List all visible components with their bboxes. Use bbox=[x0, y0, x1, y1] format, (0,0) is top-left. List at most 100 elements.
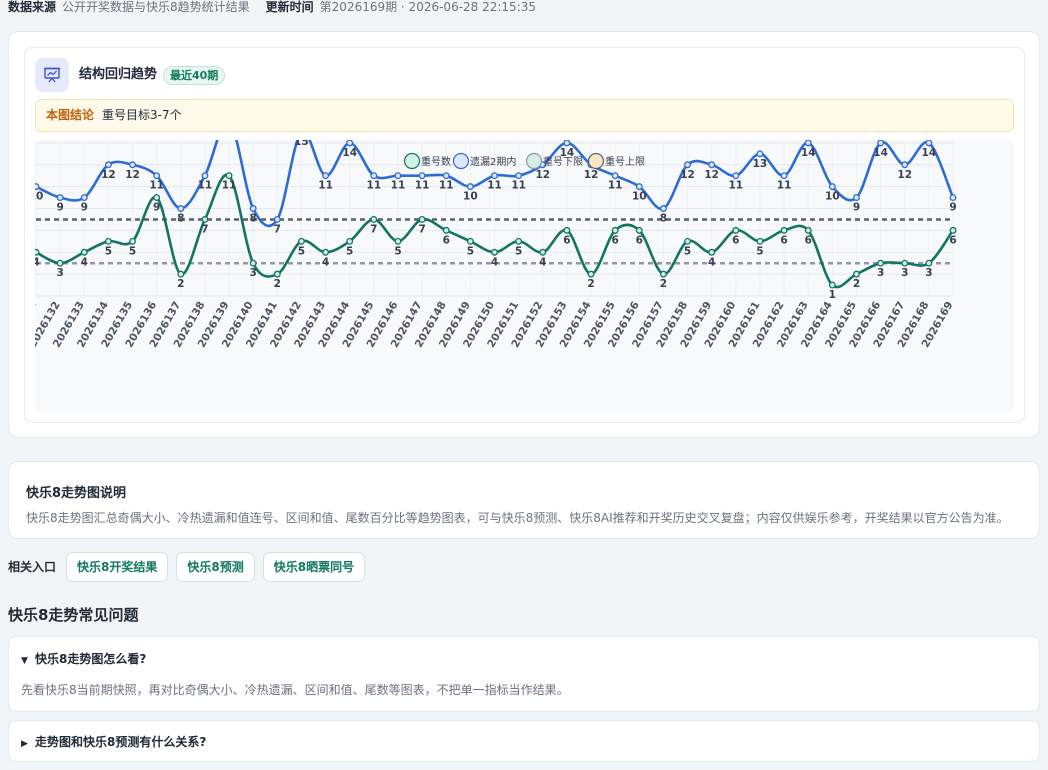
series-point bbox=[877, 140, 885, 147]
data-label: 4 bbox=[708, 256, 715, 268]
data-label: 8 bbox=[660, 213, 667, 225]
data-label: 11 bbox=[511, 180, 526, 192]
data-label: 2 bbox=[853, 278, 860, 290]
series-point bbox=[563, 226, 571, 234]
series-point bbox=[491, 248, 498, 256]
series-point bbox=[153, 172, 161, 180]
description-text: 快乐8走势图汇总奇偶大小、冷热遗漏和值连号、区间和值、尾数百分比等趋势图表，可与… bbox=[26, 511, 1009, 525]
data-label: 12 bbox=[680, 169, 695, 181]
data-label: 12 bbox=[101, 169, 116, 181]
data-label: 4 bbox=[35, 256, 40, 268]
link-shared-tickets[interactable]: 快乐8晒票同号 bbox=[262, 551, 366, 582]
data-label: 4 bbox=[81, 256, 88, 268]
series-point bbox=[732, 172, 740, 180]
data-label: 11 bbox=[487, 180, 502, 192]
faq-question-text: 快乐8走势图怎么看? bbox=[35, 652, 147, 666]
data-label: 15 bbox=[294, 140, 309, 148]
data-label: 6 bbox=[636, 234, 643, 246]
series-point bbox=[346, 140, 354, 147]
series-point bbox=[949, 226, 957, 234]
legend-label: 重号数 bbox=[421, 155, 451, 168]
series-point bbox=[853, 194, 860, 202]
triangle-right-icon: ▶ bbox=[21, 739, 28, 749]
link-prediction[interactable]: 快乐8预测 bbox=[176, 551, 255, 582]
data-label: 7 bbox=[418, 223, 425, 235]
data-label: 6 bbox=[732, 234, 739, 246]
data-label: 14 bbox=[342, 147, 357, 159]
series-point bbox=[273, 215, 281, 223]
data-label: 11 bbox=[439, 180, 454, 192]
data-label: 3 bbox=[877, 267, 884, 279]
series-point bbox=[418, 215, 426, 223]
faq-question-1[interactable]: ▼ 快乐8走势图怎么看? bbox=[21, 650, 146, 667]
data-label: 6 bbox=[443, 234, 450, 246]
related-links: 相关入口 快乐8开奖结果 快乐8预测 快乐8晒票同号 bbox=[8, 551, 373, 582]
series-point bbox=[804, 226, 812, 234]
chart-area: 0246810121416202613120261322026133202613… bbox=[35, 140, 1014, 412]
data-label: 8 bbox=[250, 213, 257, 225]
series-point bbox=[635, 183, 643, 191]
series-point bbox=[925, 259, 933, 267]
data-label: 11 bbox=[367, 180, 382, 192]
series-point bbox=[418, 172, 426, 180]
series-point bbox=[708, 161, 716, 169]
series-point bbox=[225, 172, 233, 180]
series-point bbox=[442, 226, 450, 234]
data-label: 11 bbox=[149, 180, 164, 192]
data-label: 5 bbox=[105, 245, 112, 257]
series-point bbox=[394, 172, 402, 180]
series-point bbox=[129, 161, 136, 169]
data-label: 6 bbox=[805, 234, 812, 246]
presentation-chart-icon bbox=[35, 58, 69, 92]
data-label: 9 bbox=[853, 202, 860, 214]
series-point bbox=[80, 194, 88, 202]
data-label: 2 bbox=[587, 278, 594, 290]
data-label: 11 bbox=[608, 180, 623, 192]
data-label: 4 bbox=[491, 256, 498, 268]
series-point bbox=[249, 205, 257, 212]
series-point bbox=[901, 161, 909, 169]
data-label: 3 bbox=[250, 267, 257, 279]
conclusion-text: 重号目标3-7个 bbox=[102, 108, 182, 122]
series-point bbox=[322, 248, 330, 256]
faq-answer-1: 先看快乐8当前期快照，再对比奇偶大小、冷热遗漏、区间和值、尾数等图表，不把单一指… bbox=[21, 683, 569, 697]
data-label: 11 bbox=[391, 180, 406, 192]
legend-swatch bbox=[525, 152, 543, 170]
faq-question-2[interactable]: ▶ 走势图和快乐8预测有什么关系? bbox=[21, 733, 206, 750]
data-label: 9 bbox=[153, 202, 160, 214]
data-label: 6 bbox=[780, 234, 787, 246]
series-point bbox=[684, 237, 692, 245]
update-label: 更新时间 bbox=[265, 0, 314, 14]
data-label: 6 bbox=[949, 234, 956, 246]
series-point bbox=[780, 172, 788, 180]
series-point bbox=[756, 237, 764, 245]
data-label: 14 bbox=[873, 147, 888, 159]
data-label: 4 bbox=[322, 256, 329, 268]
series-point bbox=[853, 270, 860, 278]
series-point bbox=[684, 161, 692, 169]
legend-label: 重号下限 bbox=[543, 155, 583, 168]
data-label: 7 bbox=[201, 223, 208, 235]
data-label: 11 bbox=[777, 180, 792, 192]
legend-swatch bbox=[452, 152, 470, 170]
data-label: 10 bbox=[35, 191, 43, 203]
series-point bbox=[756, 150, 764, 158]
series-point bbox=[442, 172, 450, 180]
data-label: 8 bbox=[177, 213, 184, 225]
chart-description-card: 快乐8走势图说明 快乐8走势图汇总奇偶大小、冷热遗漏和值连号、区间和值、尾数百分… bbox=[8, 461, 1040, 539]
series-point bbox=[346, 237, 354, 245]
series-point bbox=[611, 172, 619, 180]
meta-bar: 数据来源 公开开奖数据与快乐8趋势统计结果 更新时间 第2026169期 · 2026… bbox=[8, 0, 536, 14]
series-point bbox=[828, 183, 836, 191]
data-label: 13 bbox=[753, 158, 768, 170]
data-label: 10 bbox=[825, 191, 840, 203]
series-point bbox=[153, 194, 161, 202]
data-label: 3 bbox=[901, 267, 908, 279]
data-label: 12 bbox=[584, 169, 599, 181]
series-point bbox=[104, 161, 112, 169]
trend-line-chart: 0246810121416202613120261322026133202613… bbox=[35, 140, 957, 350]
triangle-down-icon: ▼ bbox=[21, 656, 28, 666]
link-draw-results[interactable]: 快乐8开奖结果 bbox=[66, 551, 169, 582]
series-point bbox=[901, 259, 909, 267]
data-label: 5 bbox=[394, 245, 401, 257]
